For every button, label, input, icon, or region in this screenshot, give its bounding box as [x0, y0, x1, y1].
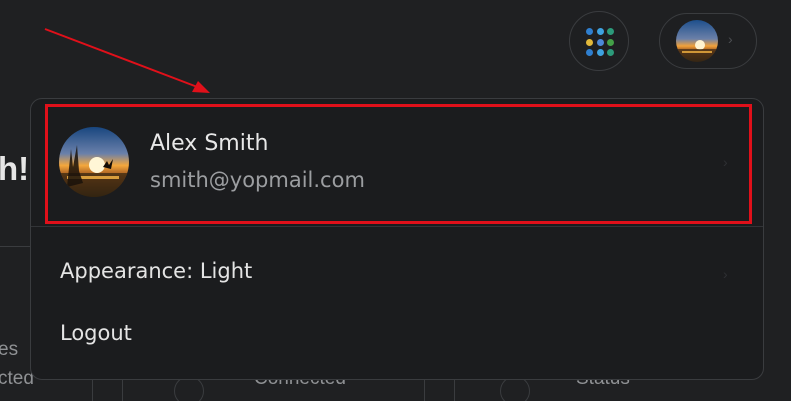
card-border	[92, 378, 94, 401]
annotation-arrow	[44, 28, 210, 93]
chevron-right-icon: ›	[723, 154, 728, 170]
profile-dropdown-menu: Alex Smith smith@yopmail.com › Appearanc…	[30, 98, 764, 380]
user-name: Alex Smith	[150, 131, 269, 156]
apps-button[interactable]	[569, 11, 629, 71]
apps-grid-dot	[596, 49, 604, 56]
card-border	[454, 378, 456, 401]
profile-summary[interactable]: Alex Smith smith@yopmail.com ›	[31, 99, 763, 227]
chevron-right-icon: ›	[723, 266, 728, 282]
avatar	[676, 20, 718, 62]
page-heading-fragment: h!	[0, 150, 30, 187]
apps-grid-dot	[586, 38, 593, 46]
page: h! es cted Connected Status	[0, 0, 791, 401]
apps-grid-dot	[596, 28, 604, 35]
menu-item-label: Logout	[60, 321, 132, 345]
apps-grid-dot	[586, 49, 593, 56]
apps-grid-dot	[586, 28, 593, 35]
divider	[0, 246, 30, 247]
apps-grid-dot	[607, 49, 614, 56]
stat-label-fragment: es	[0, 339, 19, 360]
user-email: smith@yopmail.com	[150, 168, 365, 192]
avatar	[59, 127, 129, 197]
card-border	[122, 378, 124, 401]
profile-menu-button[interactable]: ›	[659, 13, 757, 69]
apps-grid-dot	[607, 38, 614, 46]
apps-grid-dot	[607, 28, 614, 35]
grid-apps-icon	[586, 28, 614, 56]
menu-item-appearance[interactable]: Appearance: Light ›	[31, 245, 763, 301]
menu-item-logout[interactable]: Logout	[31, 307, 763, 363]
menu-item-label: Appearance: Light	[60, 259, 253, 283]
annotation-highlight-box	[45, 104, 752, 224]
stat-label-fragment: cted	[0, 368, 34, 389]
card-border	[424, 378, 426, 401]
apps-grid-dot	[596, 38, 604, 46]
chevron-down-icon: ›	[728, 31, 733, 47]
